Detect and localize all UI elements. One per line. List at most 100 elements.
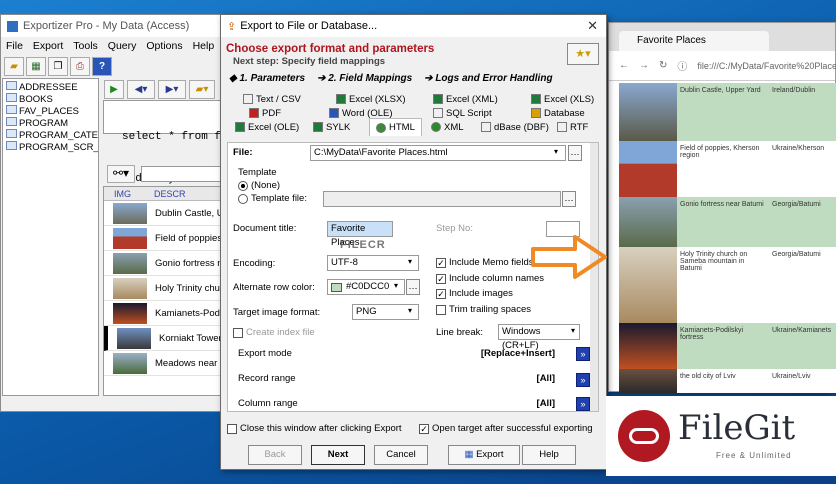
browse-template-button[interactable]: … (562, 191, 576, 207)
address-input[interactable]: file:///C:/MyData/Favorite%20Places.html (697, 61, 836, 71)
include-colnames-checkbox[interactable]: Include column names (436, 273, 544, 284)
list-item[interactable]: PROGRAM_CATEGORY (3, 129, 98, 141)
menu-export[interactable]: Export (33, 40, 63, 52)
tab-xml[interactable]: XML (431, 120, 464, 134)
combo-arrow-icon[interactable]: ▾ (554, 147, 558, 156)
table-row[interactable]: Meadows near Sei (104, 351, 220, 376)
browse-file-button[interactable]: … (568, 145, 582, 161)
filter-combo[interactable] (141, 166, 221, 182)
menu-tools[interactable]: Tools (73, 40, 98, 52)
step-logs[interactable]: ➔ Logs and Error Handling (424, 73, 552, 84)
step-parameters[interactable]: ◆ 1. Parameters (229, 73, 305, 84)
trim-spaces-checkbox[interactable]: Trim trailing spaces (436, 304, 531, 315)
line-break-label: Line break: (436, 327, 484, 338)
table-row[interactable]: Kamianets-Podilsky (104, 301, 220, 326)
chevron-down-icon[interactable]: ▾ (394, 281, 398, 290)
create-index-checkbox[interactable]: Create index file (233, 327, 315, 338)
table-row[interactable]: Korniakt Tower in (104, 326, 220, 351)
help-button[interactable]: Help (522, 445, 576, 465)
export-button-label: Export (476, 449, 504, 460)
print-icon[interactable]: ⎙ (70, 56, 90, 76)
tab-label: Excel (XLS) (544, 93, 595, 105)
tab-excel-xls[interactable]: Excel (XLS) (531, 92, 594, 106)
table-row[interactable]: Dublin Castle, Upp (104, 201, 220, 226)
browser-tab[interactable]: Favorite Places (619, 31, 769, 51)
tab-database[interactable]: Database (531, 106, 585, 120)
favorites-button[interactable]: ★▾ (567, 43, 599, 65)
template-label: Template (238, 167, 277, 178)
export-button[interactable]: ▦ Export (448, 445, 520, 465)
list-item[interactable]: FAV_PLACES (3, 105, 98, 117)
copy-icon[interactable]: ❐ (48, 56, 68, 76)
record-range-label: Record range (238, 373, 296, 384)
encoding-select[interactable]: UTF-8 (327, 255, 419, 271)
include-memo-checkbox[interactable]: Include Memo fields (436, 257, 533, 268)
expand-record-range-button[interactable]: » (576, 373, 590, 387)
file-path-input[interactable]: C:\MyData\Favorite Places.html (310, 145, 566, 161)
table-row[interactable]: Field of poppies, K (104, 226, 220, 251)
list-item[interactable]: BOOKS (3, 93, 98, 105)
tab-sylk[interactable]: SYLK (313, 120, 350, 134)
tab-excel-xlsx[interactable]: Excel (XLSX) (336, 92, 406, 106)
chevron-down-icon[interactable]: ▾ (408, 306, 412, 315)
help-icon[interactable]: ? (92, 56, 112, 76)
open-icon[interactable]: ▰▾ (189, 80, 215, 99)
menu-help[interactable]: Help (193, 40, 215, 52)
doc-title-label: Document title: (233, 223, 297, 234)
doc-title-input[interactable]: Favorite Places (327, 221, 393, 248)
tab-pdf[interactable]: PDF (249, 106, 281, 120)
list-item[interactable]: ADDRESSEE (3, 81, 98, 93)
export-mode-value: [Replace+Insert] (480, 348, 555, 359)
grid-header-descr[interactable]: DESCR (154, 189, 186, 199)
table-row[interactable]: Holy Trinity church (104, 276, 220, 301)
sql-editor[interactable]: select * from fav order by descr (103, 100, 234, 185)
tab-text-csv[interactable]: Text / CSV (243, 92, 301, 106)
run-icon[interactable]: ▶ (104, 80, 124, 99)
template-file-input[interactable] (323, 191, 561, 207)
reload-icon[interactable]: ↻ (659, 60, 667, 71)
menu-query[interactable]: Query (108, 40, 137, 52)
pick-color-button[interactable]: … (406, 279, 420, 295)
menu-options[interactable]: Options (146, 40, 182, 52)
tab-excel-xml[interactable]: Excel (XML) (433, 92, 498, 106)
menu-file[interactable]: File (6, 40, 23, 52)
grid-cell: Field of poppies, K (155, 232, 220, 244)
open-target-checkbox[interactable]: Open target after successful exporting (419, 423, 593, 434)
step-field-mappings[interactable]: ➔ 2. Field Mappings (317, 73, 412, 84)
forward-arrow-icon[interactable]: → (639, 60, 649, 71)
back-icon[interactable]: ◀▾ (127, 80, 155, 99)
back-arrow-icon[interactable]: ← (619, 60, 629, 71)
include-images-checkbox[interactable]: Include images (436, 288, 513, 299)
grid-header-img[interactable]: IMG (104, 189, 154, 199)
list-item[interactable]: PROGRAM (3, 117, 98, 129)
checkbox-icon (227, 423, 237, 434)
tab-sql-script[interactable]: SQL Script (433, 106, 492, 120)
template-file-radio[interactable]: Template file: (238, 193, 307, 204)
data-grid[interactable]: IMG DESCR Dublin Castle, Upp Field of po… (103, 186, 221, 396)
template-none-radio[interactable]: (None) (238, 180, 280, 191)
radio-icon (238, 180, 248, 191)
cancel-button[interactable]: Cancel (374, 445, 428, 465)
list-item[interactable]: PROGRAM_SCR_SHOT (3, 141, 98, 153)
back-button[interactable]: Back (248, 445, 302, 465)
chevron-down-icon[interactable]: ▾ (571, 326, 575, 335)
next-button[interactable]: Next (311, 445, 365, 465)
close-icon[interactable]: ✕ (587, 18, 598, 34)
tab-rtf[interactable]: RTF (557, 120, 588, 134)
table-list[interactable]: ADDRESSEE BOOKS FAV_PLACES PROGRAM PROGR… (2, 78, 99, 396)
thumbnail-image (113, 302, 147, 324)
expand-column-range-button[interactable]: » (576, 397, 590, 411)
tab-html[interactable]: HTML (369, 118, 422, 136)
line-break-select[interactable]: Windows (CR+LF) (498, 324, 580, 351)
forward-icon[interactable]: ▶▾ (158, 80, 186, 99)
chevron-down-icon[interactable]: ▾ (408, 257, 412, 266)
tab-excel-ole[interactable]: Excel (OLE) (235, 120, 299, 134)
open-folder-icon[interactable]: ▰ (4, 56, 24, 76)
tab-dbase[interactable]: dBase (DBF) (481, 120, 549, 134)
close-after-checkbox[interactable]: Close this window after clicking Export (227, 423, 402, 434)
table-icon[interactable]: ▦ (26, 56, 46, 76)
binoculars-icon[interactable]: ⚯▾ (107, 165, 135, 183)
table-row[interactable]: Gonio fortress nea (104, 251, 220, 276)
expand-export-mode-button[interactable]: » (576, 347, 590, 361)
excel-icon (531, 94, 541, 104)
